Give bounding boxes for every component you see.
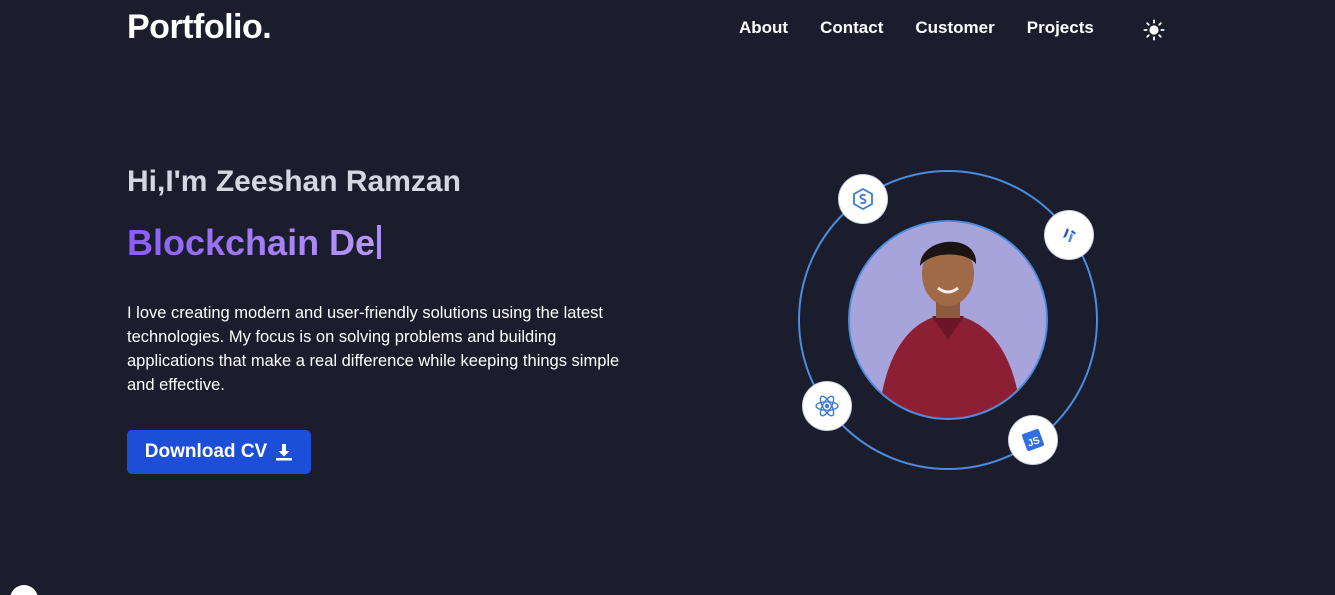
hero-greeting: Hi,I'm Zeeshan Ramzan xyxy=(127,165,461,198)
sun-icon xyxy=(1143,19,1165,41)
tech-logo-badge xyxy=(1045,211,1093,259)
hero-role: Blockchain De xyxy=(127,222,382,264)
theme-toggle-button[interactable] xyxy=(1142,18,1166,42)
typing-caret xyxy=(377,225,382,259)
main-nav: About Contact Customer Projects xyxy=(739,18,1126,38)
solidity-icon xyxy=(853,187,873,211)
download-cv-button[interactable]: Download CV xyxy=(127,430,311,474)
portfolio-page: Portfolio. About Contact Customer Projec… xyxy=(0,0,1335,595)
js-icon: JS xyxy=(1022,429,1044,451)
hero-bio: I love creating modern and user-friendly… xyxy=(127,304,620,394)
download-icon xyxy=(276,444,293,461)
react-badge xyxy=(803,382,851,430)
react-icon xyxy=(815,395,839,417)
nav-about[interactable]: About xyxy=(739,18,788,38)
nav-contact[interactable]: Contact xyxy=(820,18,883,38)
tech-logo-icon xyxy=(1063,228,1076,242)
role-typed-text: Blockchain De xyxy=(127,222,376,263)
site-logo[interactable]: Portfolio. xyxy=(127,8,272,47)
nav-customer[interactable]: Customer xyxy=(915,18,994,38)
solidity-badge xyxy=(839,175,887,223)
nav-projects[interactable]: Projects xyxy=(1027,18,1094,38)
scroll-indicator[interactable] xyxy=(10,585,38,595)
download-cv-label: Download CV xyxy=(144,441,268,462)
profile-photo xyxy=(850,222,1046,418)
js-badge: JS xyxy=(1009,416,1057,464)
profile-avatar xyxy=(848,220,1048,420)
